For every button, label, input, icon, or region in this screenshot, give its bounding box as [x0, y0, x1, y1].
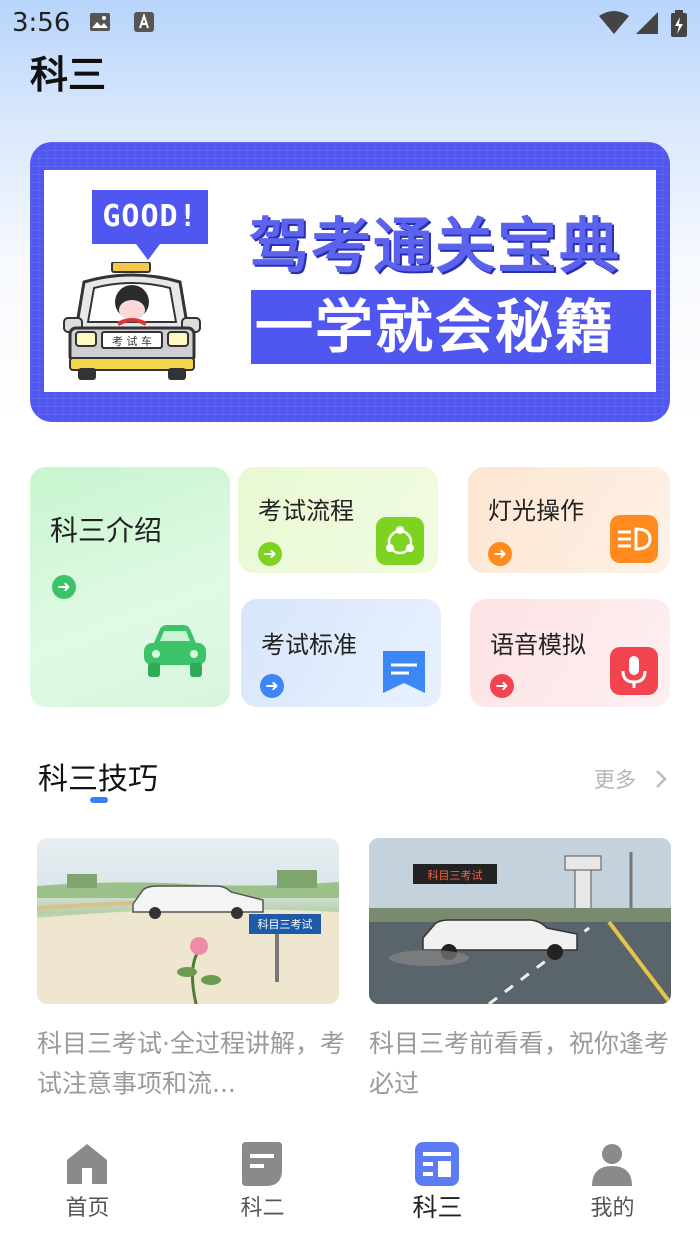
nav-label-subject-three: 科三	[412, 1193, 463, 1222]
section-indicator	[90, 797, 108, 803]
article-thumbnail-1[interactable]: 科目三考试	[37, 838, 339, 1004]
nav-label-mine: 我的	[590, 1196, 635, 1221]
status-bar: 3:56	[0, 0, 700, 46]
home-icon	[63, 1140, 111, 1188]
arrow-right-icon: ➜	[52, 575, 76, 599]
notes-icon	[238, 1140, 286, 1188]
nav-label-home: 首页	[65, 1196, 110, 1221]
banner-headline: 驾考通关宝典	[249, 212, 621, 282]
page-title: 科三	[30, 53, 107, 97]
article-description-2[interactable]: 科目三考前看看，祝你逢考必过	[369, 1024, 679, 1104]
arrow-right-icon: ➜	[488, 542, 512, 566]
taxi-car-illustration: 考 试 车	[62, 261, 202, 386]
section-title: 科三技巧	[38, 762, 158, 797]
nav-item-mine[interactable]: 我的	[525, 1124, 700, 1244]
card-standard-title: 考试标准	[261, 631, 357, 659]
arrow-right-icon: ➜	[490, 674, 514, 698]
battery-icon	[670, 10, 688, 42]
speech-bubble-tail	[136, 244, 160, 260]
card-light-operation[interactable]: 灯光操作 ➜	[468, 467, 670, 573]
banner-card: GOOD! 考 试 车 驾考通关宝典 一学就会秘籍	[44, 170, 656, 392]
banner[interactable]: GOOD! 考 试 车 驾考通关宝典 一学就会秘籍	[30, 142, 670, 422]
car-plate: 考 试 车	[112, 334, 152, 348]
microphone-icon	[610, 647, 658, 695]
card-exam-flow-title: 考试流程	[258, 497, 354, 525]
sign-text: 科目三考试	[258, 917, 313, 931]
headlight-icon	[610, 515, 658, 563]
arrow-right-icon: ➜	[260, 674, 284, 698]
more-link[interactable]: 更多	[594, 764, 636, 794]
banner-subheadline: 一学就会秘籍	[251, 290, 651, 364]
dashboard-icon	[413, 1140, 461, 1188]
document-icon	[379, 647, 429, 701]
nav-label-subject-two: 科二	[240, 1196, 285, 1221]
status-time: 3:56	[12, 8, 71, 38]
sign-text: 科目三考试	[428, 868, 483, 882]
font-icon	[132, 10, 156, 38]
article-description-1[interactable]: 科目三考试·全过程讲解，考试注意事项和流...	[37, 1024, 347, 1104]
arrow-right-icon: ➜	[258, 542, 282, 566]
card-voice-simulation[interactable]: 语音模拟 ➜	[470, 599, 670, 707]
chevron-right-icon[interactable]	[654, 768, 668, 794]
nav-item-subject-two[interactable]: 科二	[175, 1124, 350, 1244]
user-icon	[588, 1140, 636, 1188]
card-voice-title: 语音模拟	[490, 631, 586, 659]
card-intro-title: 科三介绍	[50, 514, 163, 547]
car-icon	[140, 623, 210, 685]
card-intro[interactable]: 科三介绍 ➜	[30, 467, 230, 707]
gallery-icon	[88, 10, 112, 38]
nav-item-home[interactable]: 首页	[0, 1124, 175, 1244]
card-exam-standard[interactable]: 考试标准 ➜	[241, 599, 441, 707]
wifi-icon	[598, 10, 630, 40]
flow-icon	[376, 517, 424, 565]
banner-badge: GOOD!	[92, 190, 208, 244]
nav-item-subject-three[interactable]: 科三	[350, 1124, 525, 1244]
article-thumbnail-2[interactable]: 科目三考试	[369, 838, 671, 1004]
card-light-title: 灯光操作	[488, 497, 584, 525]
card-exam-flow[interactable]: 考试流程 ➜	[238, 467, 438, 573]
signal-icon	[634, 10, 660, 40]
bottom-navigation: 首页 科二 科三 我的	[0, 1124, 700, 1244]
